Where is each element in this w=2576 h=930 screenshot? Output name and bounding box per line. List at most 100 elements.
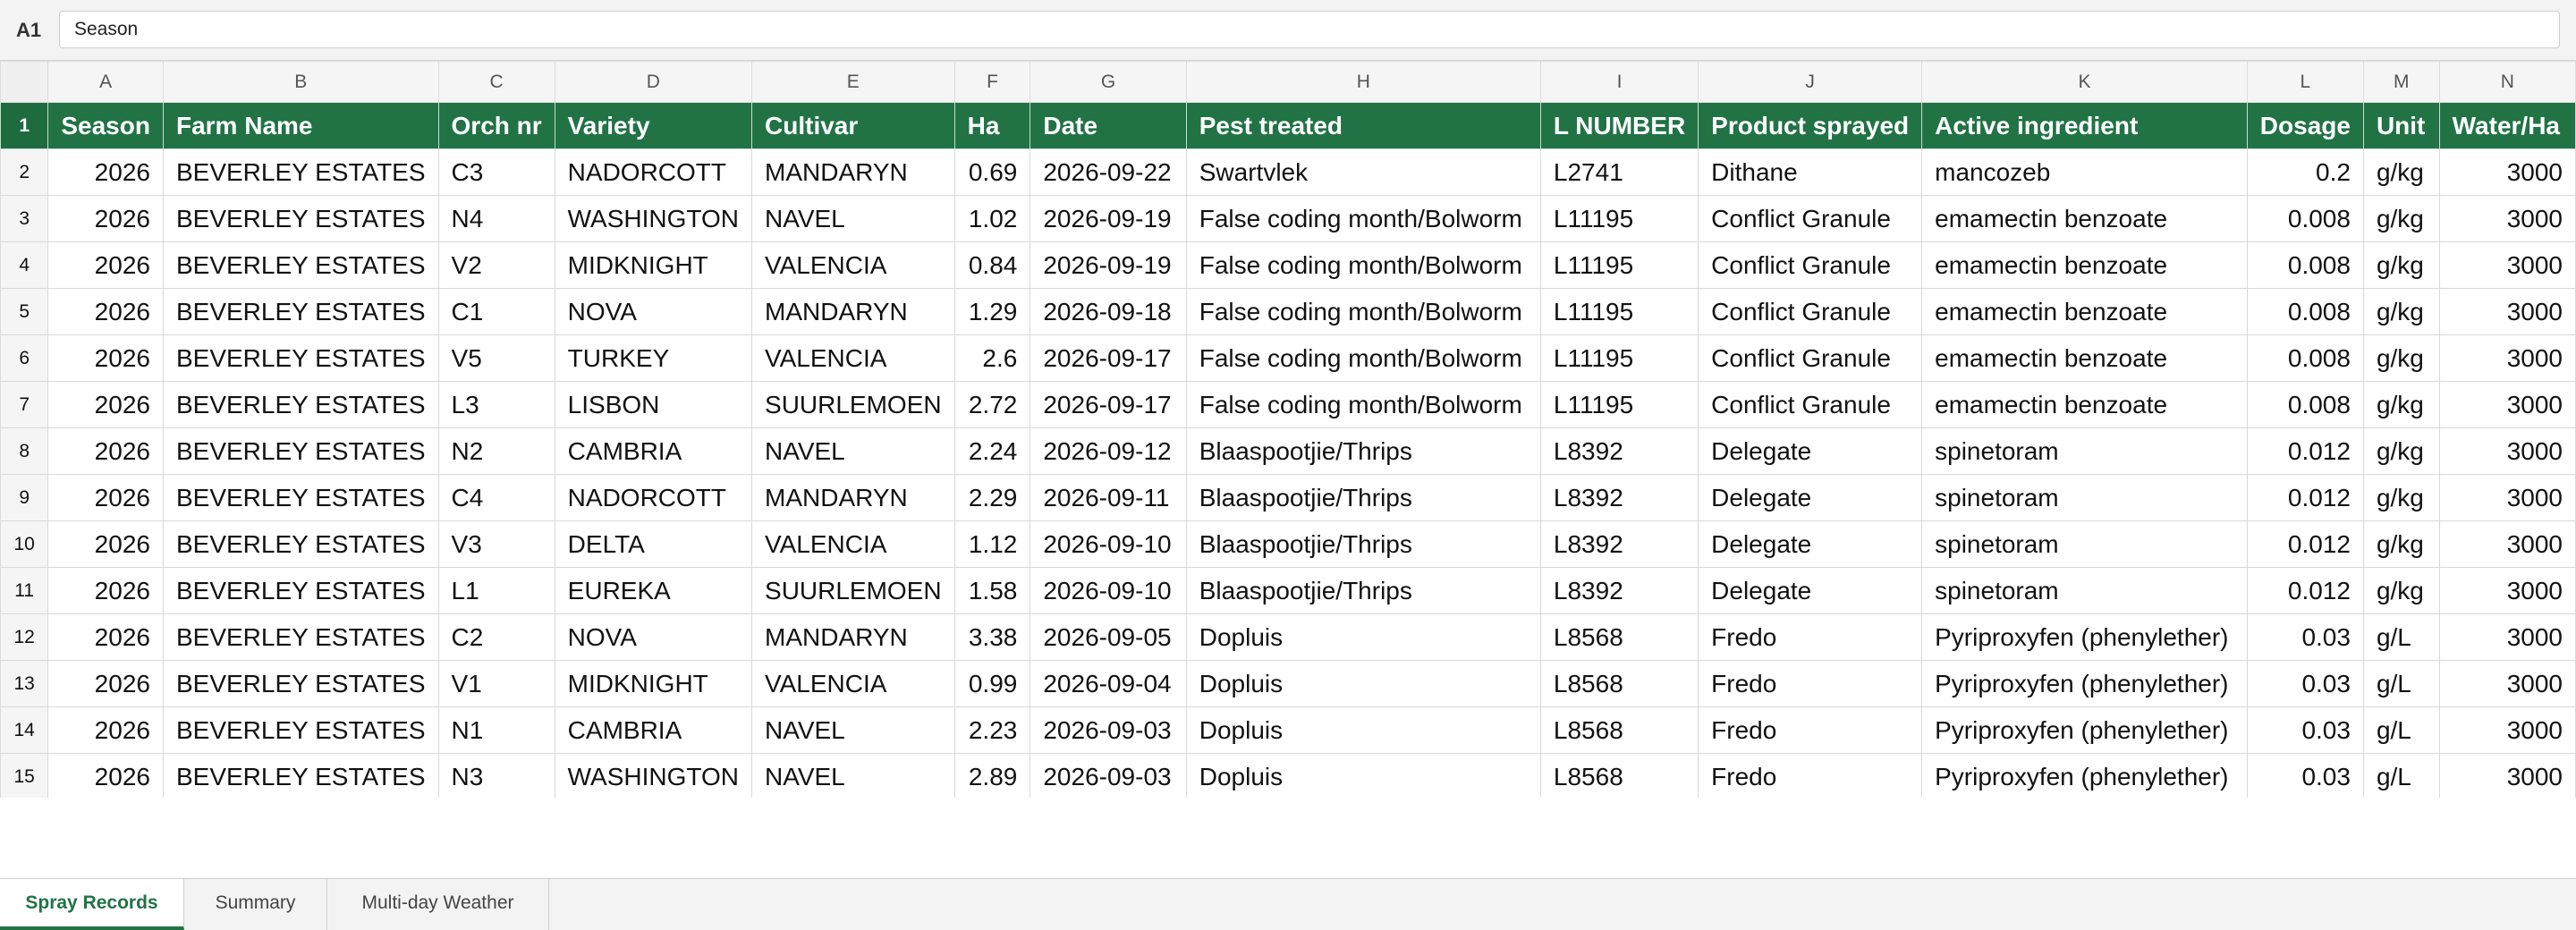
table-cell[interactable]: spinetoram xyxy=(1921,427,2248,475)
table-cell[interactable]: WASHINGTON xyxy=(554,753,753,798)
table-cell[interactable]: N1 xyxy=(437,706,555,754)
header-cell[interactable]: Product sprayed xyxy=(1698,102,1923,149)
header-cell[interactable]: L NUMBER xyxy=(1539,102,1699,149)
name-box[interactable]: A1 xyxy=(0,11,57,50)
table-cell[interactable]: Blaaspootjie/Thrips xyxy=(1185,427,1541,475)
table-cell[interactable]: g/L xyxy=(2362,613,2440,661)
table-cell[interactable]: V2 xyxy=(437,241,555,289)
header-cell[interactable]: Season xyxy=(47,102,164,149)
column-header-n[interactable]: N xyxy=(2438,61,2576,103)
table-cell[interactable]: 0.012 xyxy=(2246,520,2364,568)
table-cell[interactable]: 2026 xyxy=(47,288,164,335)
table-cell[interactable]: L8392 xyxy=(1539,520,1699,568)
table-cell[interactable]: 0.012 xyxy=(2246,427,2364,475)
row-number[interactable]: 2 xyxy=(0,148,49,196)
table-cell[interactable]: 2026 xyxy=(47,241,164,289)
table-cell[interactable]: g/kg xyxy=(2362,567,2440,614)
table-cell[interactable]: 2026-09-03 xyxy=(1030,753,1187,798)
column-header-b[interactable]: B xyxy=(162,61,439,103)
table-cell[interactable]: 2.23 xyxy=(953,706,1031,754)
column-header-k[interactable]: K xyxy=(1921,61,2248,103)
header-cell[interactable]: Unit xyxy=(2362,102,2440,149)
table-cell[interactable]: NADORCOTT xyxy=(554,148,753,196)
table-cell[interactable]: 0.012 xyxy=(2246,474,2364,521)
table-cell[interactable]: L8568 xyxy=(1539,613,1699,661)
table-cell[interactable]: BEVERLEY ESTATES xyxy=(162,567,439,614)
table-cell[interactable]: DELTA xyxy=(554,520,753,568)
table-cell[interactable]: NAVEL xyxy=(751,195,955,242)
table-cell[interactable]: 2026-09-12 xyxy=(1030,427,1187,475)
column-header-m[interactable]: M xyxy=(2362,61,2440,103)
table-cell[interactable]: L8392 xyxy=(1539,427,1699,475)
table-cell[interactable]: Blaaspootjie/Thrips xyxy=(1185,567,1541,614)
table-cell[interactable]: False coding month/Bolworm xyxy=(1185,381,1541,428)
table-cell[interactable]: 3000 xyxy=(2438,195,2576,242)
table-cell[interactable]: Dithane xyxy=(1698,148,1923,196)
table-cell[interactable]: MANDARYN xyxy=(751,474,955,521)
table-cell[interactable]: 1.58 xyxy=(953,567,1031,614)
table-cell[interactable]: Fredo xyxy=(1698,660,1923,707)
row-number[interactable]: 9 xyxy=(0,474,49,521)
table-cell[interactable]: Conflict Granule xyxy=(1698,288,1923,335)
table-cell[interactable]: 2.89 xyxy=(953,753,1031,798)
table-cell[interactable]: WASHINGTON xyxy=(554,195,753,242)
table-cell[interactable]: False coding month/Bolworm xyxy=(1185,241,1541,289)
table-cell[interactable]: 2026-09-03 xyxy=(1030,706,1187,754)
table-cell[interactable]: 2026 xyxy=(47,427,164,475)
select-all-corner[interactable] xyxy=(0,61,49,103)
table-cell[interactable]: C2 xyxy=(437,613,555,661)
table-cell[interactable]: 3000 xyxy=(2438,706,2576,754)
table-cell[interactable]: 0.012 xyxy=(2246,567,2364,614)
table-cell[interactable]: g/kg xyxy=(2362,288,2440,335)
table-cell[interactable]: 3000 xyxy=(2438,381,2576,428)
table-cell[interactable]: False coding month/Bolworm xyxy=(1185,195,1541,242)
table-cell[interactable]: Blaaspootjie/Thrips xyxy=(1185,474,1541,521)
table-cell[interactable]: g/kg xyxy=(2362,334,2440,382)
header-cell[interactable]: Orch nr xyxy=(437,102,555,149)
header-cell[interactable]: Date xyxy=(1030,102,1187,149)
formula-input[interactable]: Season xyxy=(59,11,2560,48)
column-header-c[interactable]: C xyxy=(437,61,555,103)
table-cell[interactable]: 1.29 xyxy=(953,288,1031,335)
table-cell[interactable]: 2026 xyxy=(47,334,164,382)
table-cell[interactable]: BEVERLEY ESTATES xyxy=(162,334,439,382)
table-cell[interactable]: L8568 xyxy=(1539,660,1699,707)
table-cell[interactable]: VALENCIA xyxy=(751,334,955,382)
table-cell[interactable]: Pyriproxyfen (phenylether) xyxy=(1921,660,2248,707)
header-cell[interactable]: Variety xyxy=(554,102,753,149)
table-cell[interactable]: L1 xyxy=(437,567,555,614)
table-cell[interactable]: N3 xyxy=(437,753,555,798)
table-cell[interactable]: CAMBRIA xyxy=(554,706,753,754)
table-cell[interactable]: BEVERLEY ESTATES xyxy=(162,520,439,568)
table-cell[interactable]: 2026-09-17 xyxy=(1030,334,1187,382)
table-cell[interactable]: L8392 xyxy=(1539,567,1699,614)
header-cell[interactable]: Farm Name xyxy=(162,102,439,149)
table-cell[interactable]: 3000 xyxy=(2438,567,2576,614)
table-cell[interactable]: 0.2 xyxy=(2246,148,2364,196)
table-cell[interactable]: 2026 xyxy=(47,567,164,614)
table-cell[interactable]: 3000 xyxy=(2438,520,2576,568)
table-cell[interactable]: SUURLEMOEN xyxy=(751,381,955,428)
table-cell[interactable]: Dopluis xyxy=(1185,753,1541,798)
table-cell[interactable]: Fredo xyxy=(1698,753,1923,798)
table-cell[interactable]: g/kg xyxy=(2362,381,2440,428)
table-cell[interactable]: g/L xyxy=(2362,706,2440,754)
table-cell[interactable]: L2741 xyxy=(1539,148,1699,196)
row-number[interactable]: 11 xyxy=(0,567,49,614)
table-cell[interactable]: 3000 xyxy=(2438,660,2576,707)
table-cell[interactable]: emamectin benzoate xyxy=(1921,195,2248,242)
table-cell[interactable]: g/L xyxy=(2362,753,2440,798)
table-cell[interactable]: 0.008 xyxy=(2246,195,2364,242)
table-cell[interactable]: 3000 xyxy=(2438,427,2576,475)
table-cell[interactable]: 2026-09-18 xyxy=(1030,288,1187,335)
table-cell[interactable]: 2026-09-10 xyxy=(1030,567,1187,614)
table-cell[interactable]: N2 xyxy=(437,427,555,475)
table-cell[interactable]: 2026 xyxy=(47,474,164,521)
table-cell[interactable]: 0.03 xyxy=(2246,753,2364,798)
column-header-h[interactable]: H xyxy=(1185,61,1541,103)
table-cell[interactable]: NADORCOTT xyxy=(554,474,753,521)
table-cell[interactable]: 3000 xyxy=(2438,613,2576,661)
table-cell[interactable]: 2026-09-11 xyxy=(1030,474,1187,521)
table-cell[interactable]: Fredo xyxy=(1698,706,1923,754)
table-cell[interactable]: MANDARYN xyxy=(751,288,955,335)
